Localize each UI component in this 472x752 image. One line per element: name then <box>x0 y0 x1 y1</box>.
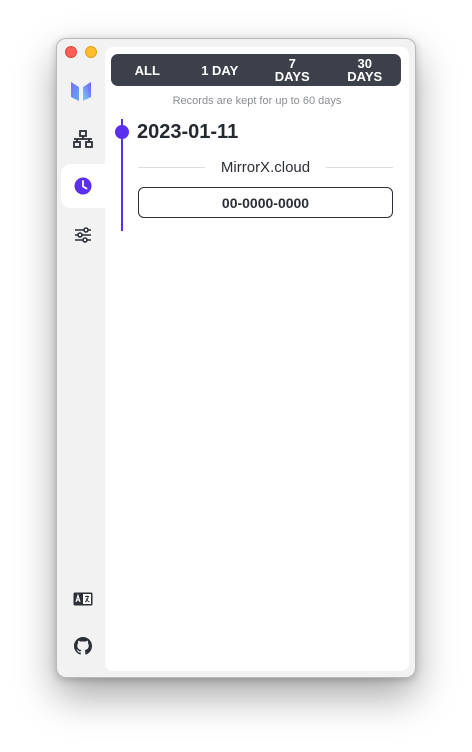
app-window: ALL 1 DAY 7 DAYS 30 DAYS Records are kep… <box>56 38 416 678</box>
sidebar-item-settings[interactable] <box>61 213 105 257</box>
github-icon <box>74 637 92 655</box>
language-icon <box>73 592 93 606</box>
divider-rule-right <box>326 166 393 168</box>
time-range-selector: ALL 1 DAY 7 DAYS 30 DAYS <box>111 54 401 86</box>
range-option-7-days[interactable]: 7 DAYS <box>256 54 329 86</box>
history-panel: ALL 1 DAY 7 DAYS 30 DAYS Records are kep… <box>105 47 409 671</box>
retention-note: Records are kept for up to 60 days <box>172 95 342 107</box>
range-option-1-day[interactable]: 1 DAY <box>184 54 257 86</box>
history-date: 2023-01-11 <box>137 121 239 143</box>
sidebar-item-network[interactable] <box>61 117 105 161</box>
sidebar <box>57 39 105 677</box>
network-icon <box>73 130 93 148</box>
domain-divider: MirrorX.cloud <box>138 158 393 176</box>
domain-label: MirrorX.cloud <box>220 158 311 176</box>
settings-sliders-icon <box>75 227 91 243</box>
timeline-dot <box>115 125 129 139</box>
range-option-30-days[interactable]: 30 DAYS <box>329 54 402 86</box>
device-id-button[interactable]: 00-0000-0000 <box>138 187 393 218</box>
divider-rule-left <box>138 166 205 168</box>
sidebar-item-language[interactable] <box>61 577 105 621</box>
sidebar-item-github[interactable] <box>61 624 105 668</box>
sidebar-item-history[interactable] <box>61 164 105 208</box>
app-logo-icon <box>71 82 91 101</box>
range-option-all[interactable]: ALL <box>111 54 184 86</box>
history-clock-icon <box>74 177 92 195</box>
